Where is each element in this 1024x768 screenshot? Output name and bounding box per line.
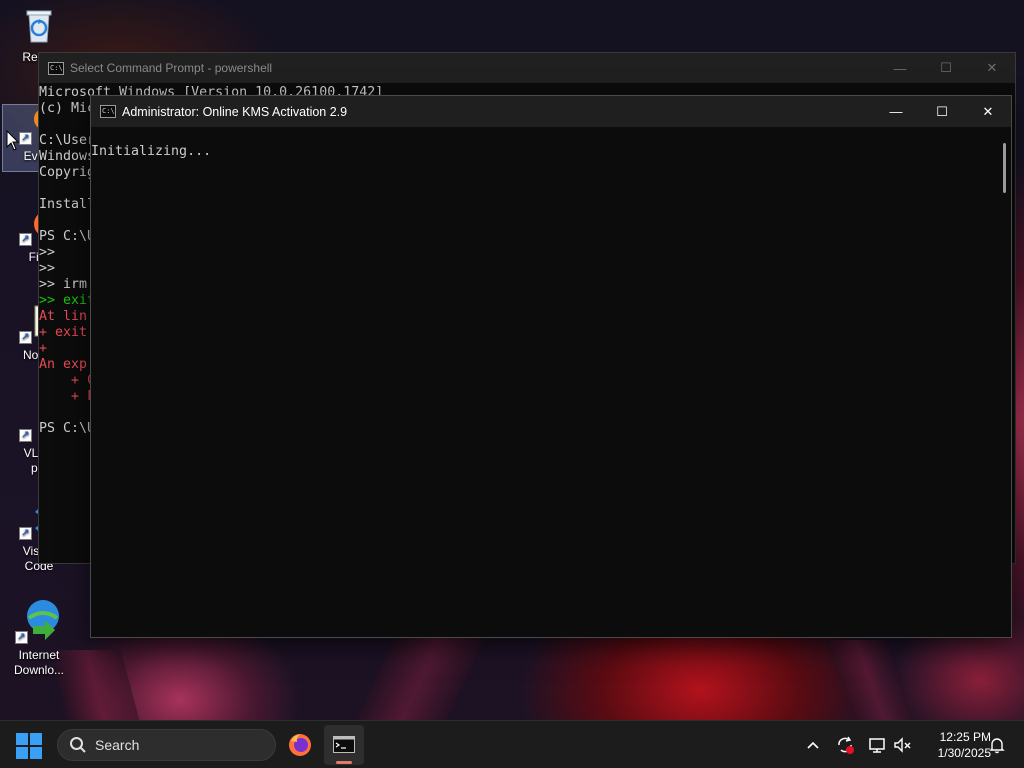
search-icon	[69, 736, 87, 754]
minimize-button[interactable]: —	[877, 53, 923, 83]
window-title: Administrator: Online KMS Activation 2.9	[122, 104, 348, 119]
shortcut-arrow-icon: ↗	[15, 631, 28, 644]
sync-alert-icon	[838, 736, 854, 754]
bell-icon	[989, 738, 1005, 754]
taskbar-firefox[interactable]	[280, 725, 320, 765]
scrollbar-thumb[interactable]	[1003, 143, 1006, 193]
recycle-bin-icon	[19, 6, 59, 46]
tray-update-button[interactable]	[832, 721, 858, 768]
windows-logo-icon	[16, 733, 28, 745]
shortcut-arrow-icon: ↗	[19, 233, 32, 246]
desktop-icon-label: Internet	[18, 648, 60, 662]
kms-activation-window[interactable]: C:\ Administrator: Online KMS Activation…	[90, 95, 1012, 638]
clock-date: 1/30/2025	[937, 746, 991, 760]
close-button[interactable]: ✕	[965, 97, 1011, 127]
internet-download-manager-icon: ↗	[15, 596, 63, 644]
command-prompt-icon: C:\	[100, 105, 116, 118]
tray-volume-button[interactable]	[890, 721, 914, 768]
taskbar-clock[interactable]: 12:25 PM 1/30/2025	[915, 729, 991, 761]
command-prompt-icon	[333, 736, 355, 753]
desktop-icon-label: Downlo...	[13, 663, 65, 677]
show-hidden-icons-button[interactable]	[800, 721, 826, 768]
taskbar-search-box[interactable]: Search	[57, 729, 276, 761]
kms-activation-title-bar[interactable]: C:\ Administrator: Online KMS Activation…	[91, 96, 1011, 127]
shortcut-arrow-icon: ↗	[19, 429, 32, 442]
command-prompt-icon: C:\	[48, 61, 64, 75]
console-line: Initializing...	[91, 144, 212, 159]
maximize-button[interactable]: ☐	[923, 53, 969, 83]
minimize-button[interactable]: —	[873, 97, 919, 127]
desktop-icon-internet-download-manager[interactable]: ↗ Internet Downlo...	[2, 596, 76, 678]
running-indicator	[336, 761, 352, 764]
window-title: Select Command Prompt - powershell	[70, 61, 273, 75]
maximize-button[interactable]: ☐	[919, 97, 965, 127]
taskbar-terminal[interactable]	[324, 725, 364, 765]
firefox-icon	[289, 734, 311, 756]
network-icon	[869, 738, 885, 753]
close-button[interactable]: ✕	[969, 53, 1015, 83]
search-label: Search	[95, 737, 140, 753]
clock-time: 12:25 PM	[939, 730, 991, 744]
notifications-button[interactable]	[984, 721, 1010, 768]
mouse-cursor-icon	[6, 130, 20, 151]
console-output[interactable]: Initializing...	[91, 127, 997, 637]
shortcut-arrow-icon: ↗	[19, 132, 32, 145]
vertical-scrollbar[interactable]	[997, 127, 1011, 637]
shortcut-arrow-icon: ↗	[19, 331, 32, 344]
shortcut-arrow-icon: ↗	[19, 527, 32, 540]
tray-network-button[interactable]	[864, 721, 890, 768]
command-prompt-title-bar[interactable]: C:\ Select Command Prompt - powershell —…	[39, 53, 1015, 83]
speaker-muted-icon	[894, 737, 911, 753]
chevron-up-icon	[807, 741, 819, 749]
start-button[interactable]	[16, 733, 42, 759]
taskbar: Search 12:25 PM 1/30/2025	[0, 720, 1024, 768]
